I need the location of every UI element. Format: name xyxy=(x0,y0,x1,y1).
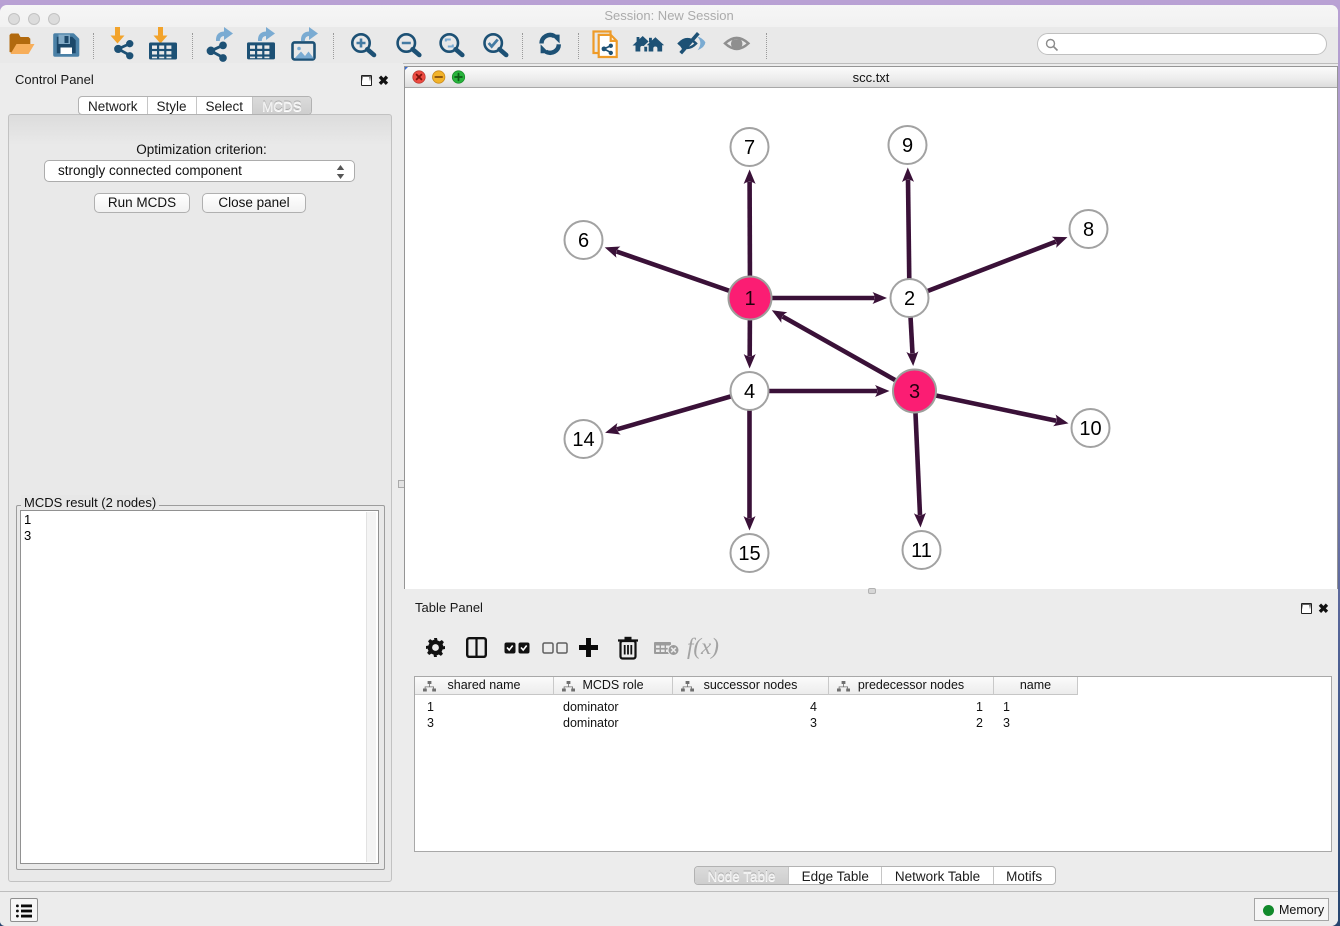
svg-text:1: 1 xyxy=(744,288,755,310)
svg-text:2: 2 xyxy=(904,288,915,310)
svg-text:11: 11 xyxy=(911,540,932,562)
svg-text:15: 15 xyxy=(738,543,760,565)
svg-text:6: 6 xyxy=(578,230,589,252)
svg-text:8: 8 xyxy=(1083,219,1094,241)
svg-text:3: 3 xyxy=(909,381,920,403)
svg-text:10: 10 xyxy=(1079,418,1101,440)
svg-text:14: 14 xyxy=(572,429,594,451)
svg-text:9: 9 xyxy=(902,135,913,157)
svg-text:4: 4 xyxy=(744,381,755,403)
svg-text:7: 7 xyxy=(744,137,755,159)
